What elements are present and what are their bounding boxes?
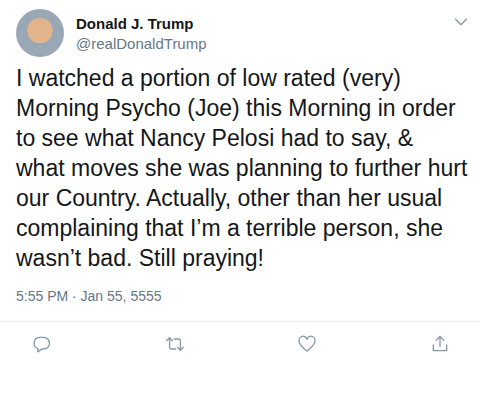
tweet-text: I watched a portion of low rated (very) … [0, 63, 480, 273]
author-name[interactable]: Donald J. Trump [76, 14, 440, 34]
chevron-down-icon[interactable] [452, 13, 470, 31]
action-bar [0, 321, 480, 362]
tweet-timestamp[interactable]: 5:55 PM · Jan 55, 5555 [0, 287, 480, 305]
author-handle[interactable]: @realDonaldTrump [76, 34, 440, 54]
share-icon[interactable] [430, 334, 450, 354]
avatar-image[interactable] [16, 9, 64, 57]
retweet-icon[interactable] [165, 334, 185, 354]
heart-icon[interactable] [297, 334, 317, 354]
tweet-header: Donald J. Trump@realDonaldTrump [0, 0, 480, 57]
author-names: Donald J. Trump@realDonaldTrump [76, 9, 440, 54]
reply-icon[interactable] [32, 334, 52, 354]
tweet-card: Donald J. Trump@realDonaldTrump I watched… [0, 0, 480, 410]
